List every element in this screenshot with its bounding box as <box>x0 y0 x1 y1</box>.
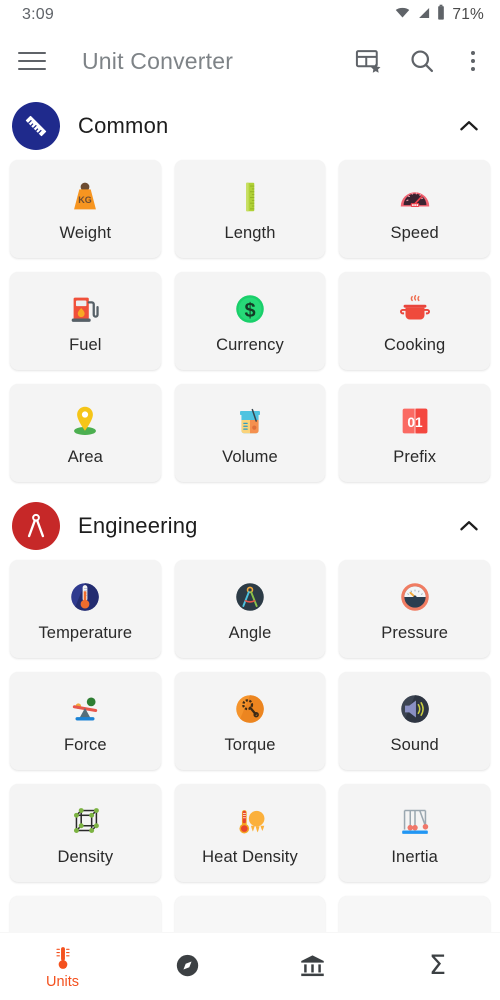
tile-weight[interactable]: KG Weight <box>10 160 161 258</box>
section-header-common[interactable]: Common <box>0 92 500 160</box>
svg-text:$: $ <box>244 300 255 322</box>
tile-label: Fuel <box>69 335 102 354</box>
lattice-cube-icon <box>64 800 106 842</box>
tile-currency[interactable]: $ Currency <box>174 272 326 370</box>
zero-one-icon: 01 <box>394 400 436 442</box>
tile-torque[interactable]: Torque <box>174 672 326 770</box>
tile-force[interactable]: Force <box>10 672 161 770</box>
ruler-icon <box>12 102 60 150</box>
wrench-gear-icon <box>229 688 271 730</box>
tile-label: Area <box>67 447 103 466</box>
unit-converter-app: 3:09 71% Unit Converter Common KG Weight… <box>0 0 500 1000</box>
bank-institution-icon <box>299 952 327 980</box>
tile-label: Inertia <box>391 847 438 866</box>
app-toolbar: Unit Converter <box>0 30 500 92</box>
hamburger-menu-icon[interactable] <box>18 44 52 78</box>
fuel-pump-icon <box>64 288 106 330</box>
sections-scroll-area[interactable]: Common KG Weight Length Speed Fuel $ Cur… <box>0 92 500 932</box>
wifi-icon <box>394 4 411 26</box>
tile-label: Angle <box>228 623 272 642</box>
thermometer-sun-icon <box>229 800 271 842</box>
tile-sound[interactable]: Sound <box>339 672 490 770</box>
status-time: 3:09 <box>22 6 54 23</box>
cooking-pot-icon <box>394 288 436 330</box>
search-icon[interactable] <box>408 47 436 75</box>
tile-label: Length <box>224 223 276 242</box>
thermometer-units-icon <box>49 944 77 972</box>
nav-label-units: Units <box>45 973 80 990</box>
compass-explore-icon <box>174 952 202 980</box>
speedometer-icon <box>394 176 436 218</box>
weight-kg-icon: KG <box>64 176 106 218</box>
tile-fuel[interactable]: Fuel <box>10 272 161 370</box>
tile-partial-next-row[interactable] <box>174 896 326 932</box>
cellular-signal-icon <box>416 5 431 26</box>
overflow-menu-icon[interactable] <box>462 47 484 75</box>
thermometer-icon <box>64 576 106 618</box>
tile-inertia[interactable]: Inertia <box>339 784 490 882</box>
battery-percent-label: 71% <box>452 6 484 23</box>
nav-item-institution[interactable] <box>250 933 375 1000</box>
tile-label: Speed <box>390 223 439 242</box>
section-header-engineering[interactable]: Engineering <box>0 492 500 560</box>
tile-volume[interactable]: Volume <box>174 384 326 482</box>
tile-partial-next-row[interactable] <box>10 896 161 932</box>
seesaw-balance-icon <box>64 688 106 730</box>
nav-item-explore[interactable] <box>125 933 250 1000</box>
status-indicators: 71% <box>394 4 484 26</box>
tile-label: Prefix <box>393 447 437 466</box>
toolbar-actions <box>354 47 484 75</box>
tile-angle[interactable]: Angle <box>174 560 326 658</box>
tile-label: Volume <box>222 447 278 466</box>
tile-label: Temperature <box>38 623 133 642</box>
battery-icon <box>436 4 446 26</box>
section-title-common: Common <box>78 113 169 138</box>
chevron-up-icon[interactable] <box>456 113 482 139</box>
tile-length[interactable]: Length <box>174 160 326 258</box>
tile-label: Pressure <box>381 623 449 642</box>
tile-label: Weight <box>59 223 112 242</box>
protractor-compass-icon <box>229 576 271 618</box>
svg-text:KG: KG <box>79 195 93 205</box>
tile-density[interactable]: Density <box>10 784 161 882</box>
newtons-cradle-icon <box>394 800 436 842</box>
sigma-icon: Σ <box>428 950 447 981</box>
pressure-gauge-icon <box>394 576 436 618</box>
page-title: Unit Converter <box>82 47 234 74</box>
tile-partial-next-row[interactable] <box>339 896 490 932</box>
ruler-vertical-icon <box>229 176 271 218</box>
tile-label: Force <box>63 735 107 754</box>
tile-temperature[interactable]: Temperature <box>10 560 161 658</box>
beaker-icon <box>229 400 271 442</box>
tile-label: Sound <box>390 735 439 754</box>
svg-text:01: 01 <box>407 415 423 430</box>
tile-label: Currency <box>216 335 284 354</box>
status-bar: 3:09 71% <box>0 0 500 30</box>
tile-grid-common: KG Weight Length Speed Fuel $ Currency C… <box>0 160 500 482</box>
tile-label: Torque <box>224 735 276 754</box>
dollar-coin-icon: $ <box>229 288 271 330</box>
tile-label: Cooking <box>384 335 446 354</box>
tile-prefix[interactable]: 01 Prefix <box>339 384 490 482</box>
tile-label: Heat Density <box>202 847 298 866</box>
section-title-engineering: Engineering <box>78 513 198 538</box>
tile-speed[interactable]: Speed <box>339 160 490 258</box>
map-pin-icon <box>64 400 106 442</box>
nav-item-units[interactable]: Units <box>0 933 125 1000</box>
tile-grid-engineering: Temperature Angle Pressure Force Torque … <box>0 560 500 932</box>
tile-label: Density <box>57 847 114 866</box>
favorites-grid-icon[interactable] <box>354 47 382 75</box>
tile-heat-density[interactable]: Heat Density <box>174 784 326 882</box>
tile-cooking[interactable]: Cooking <box>339 272 490 370</box>
chevron-up-icon[interactable] <box>456 513 482 539</box>
tile-area[interactable]: Area <box>10 384 161 482</box>
speaker-volume-icon <box>394 688 436 730</box>
nav-item-sigma[interactable]: Σ <box>375 933 500 1000</box>
tile-pressure[interactable]: Pressure <box>339 560 490 658</box>
compass-divider-icon <box>12 502 60 550</box>
bottom-navigation-bar: Units Σ <box>0 932 500 1000</box>
